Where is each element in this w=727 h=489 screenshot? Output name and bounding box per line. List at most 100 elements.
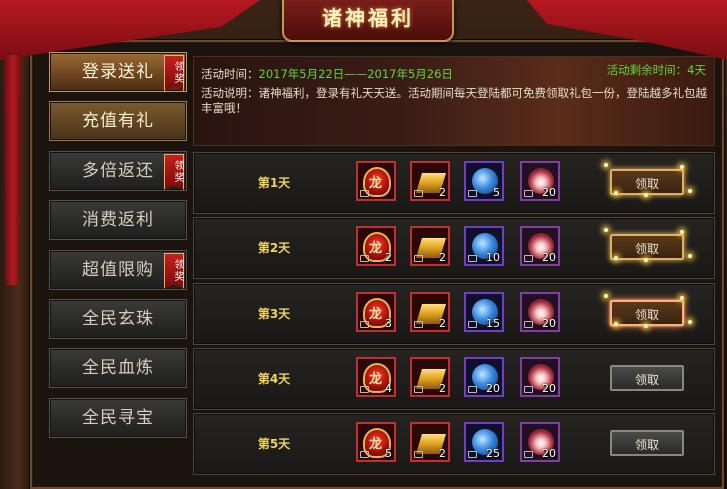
nav-item-login-gift[interactable]: 登录送礼 领奖 [49,52,187,92]
sparkle-effect [604,294,608,298]
reward-item-slot[interactable]: 3 [356,292,396,332]
reward-item-slot[interactable]: 2 [410,422,450,462]
item-count: 5 [493,186,500,199]
reward-item-slot[interactable]: 20 [520,292,560,332]
day-row: 第2天 2 2 10 20 领取 [193,217,715,279]
day-label: 第1天 [257,176,291,190]
day-label: 第2天 [257,241,291,255]
side-nav: 登录送礼 领奖 充值有礼 多倍返还 领奖 消费返利 超值限购 领奖 全民玄珠 全… [49,52,187,447]
bound-lock-icon [414,386,423,393]
reward-badge: 领奖 [164,153,184,190]
item-count: 20 [542,186,556,199]
day-label: 第4天 [257,372,291,386]
reward-badge: 领奖 [164,252,184,289]
claim-button[interactable]: 领取 [610,430,684,456]
reward-item-slot[interactable]: 2 [356,226,396,266]
item-count: 20 [542,382,556,395]
event-info-banner: 活动时间：2017年5月22日——2017年5月26日 活动剩余时间：4天 活动… [193,56,715,146]
item-count: 20 [542,251,556,264]
bound-lock-icon [524,255,533,262]
bound-lock-icon [360,321,369,328]
reward-item-slot[interactable]: 4 [356,357,396,397]
nav-item-blood-refine[interactable]: 全民血炼 [49,348,187,389]
reward-item-slot[interactable]: 5 [356,422,396,462]
item-count: 20 [542,317,556,330]
bound-lock-icon [468,321,477,328]
window-title: 诸神福利 [322,6,414,30]
claim-button[interactable]: 领取 [610,300,684,326]
item-count: 2 [439,186,446,199]
reward-item-slot[interactable] [356,161,396,201]
bound-lock-icon [524,451,533,458]
reward-item-slot[interactable]: 25 [464,422,504,462]
nav-item-label: 全民玄珠 [82,308,154,329]
claim-button[interactable]: 领取 [610,234,684,260]
nav-item-label: 全民血炼 [82,358,154,379]
bound-lock-icon [524,190,533,197]
bound-lock-icon [468,255,477,262]
sparkle-effect [688,254,692,258]
item-count: 20 [486,382,500,395]
sparkle-effect [680,230,684,234]
sparkle-effect [604,228,608,232]
event-time: 活动时间：2017年5月22日——2017年5月26日 [201,66,453,82]
bound-lock-icon [414,190,423,197]
nav-item-multi-return[interactable]: 多倍返还 领奖 [49,150,187,191]
event-time-label: 活动时间： [201,67,259,81]
nav-item-value-limited[interactable]: 超值限购 领奖 [49,249,187,290]
reward-item-slot[interactable]: 5 [464,161,504,201]
bound-lock-icon [414,451,423,458]
reward-item-slot[interactable]: 2 [410,292,450,332]
claim-button[interactable]: 领取 [610,365,684,391]
nav-item-recharge-gift[interactable]: 充值有礼 [49,101,187,142]
sparkle-effect [644,193,648,197]
bound-lock-icon [360,190,369,197]
sparkle-effect [644,258,648,262]
claim-button[interactable]: 领取 [610,169,684,195]
item-count: 2 [439,251,446,264]
reward-item-slot[interactable]: 2 [410,161,450,201]
item-count: 5 [385,447,392,460]
nav-item-label: 超值限购 [82,259,154,280]
remaining-time: 活动剩余时间：4天 [606,63,706,77]
item-count: 25 [486,447,500,460]
reward-item-slot[interactable]: 20 [520,226,560,266]
reward-item-slot[interactable]: 15 [464,292,504,332]
day-row: 第1天 2 5 20 领取 [193,152,715,214]
day-row: 第3天 3 2 15 20 领取 [193,283,715,345]
sparkle-effect [688,320,692,324]
bound-lock-icon [360,451,369,458]
nav-item-xuanzhu[interactable]: 全民玄珠 [49,298,187,339]
reward-item-slot[interactable]: 20 [520,161,560,201]
reward-item-slot[interactable]: 20 [464,357,504,397]
bound-lock-icon [414,321,423,328]
item-count: 3 [385,317,392,330]
nav-item-label: 多倍返还 [82,160,154,181]
nav-item-label: 登录送礼 [82,62,154,82]
event-time-value: 2017年5月22日——2017年5月26日 [258,67,453,81]
bound-lock-icon [360,386,369,393]
sparkle-effect [680,296,684,300]
item-count: 2 [439,447,446,460]
day-label: 第5天 [257,437,291,451]
bound-lock-icon [414,255,423,262]
reward-item-slot[interactable]: 20 [520,422,560,462]
sparkle-effect [614,256,618,260]
item-count: 4 [385,382,392,395]
sparkle-effect [644,324,648,328]
item-count: 2 [385,251,392,264]
reward-item-slot[interactable]: 2 [410,226,450,266]
nav-item-spending-rebate[interactable]: 消费返利 [49,200,187,241]
reward-item-slot[interactable]: 20 [520,357,560,397]
title-plaque: 诸神福利 [282,0,454,42]
bound-lock-icon [360,255,369,262]
nav-item-label: 消费返利 [82,210,154,231]
reward-item-slot[interactable]: 10 [464,226,504,266]
nav-item-treasure-hunt[interactable]: 全民寻宝 [49,397,187,438]
bound-lock-icon [468,451,477,458]
nav-item-label: 全民寻宝 [82,407,154,428]
sparkle-effect [614,322,618,326]
reward-item-slot[interactable]: 2 [410,357,450,397]
event-description: 活动说明：诸神福利，登录有礼天天送。活动期间每天登陆都可免费领取礼包一份，登陆越… [201,86,707,115]
bound-lock-icon [524,321,533,328]
